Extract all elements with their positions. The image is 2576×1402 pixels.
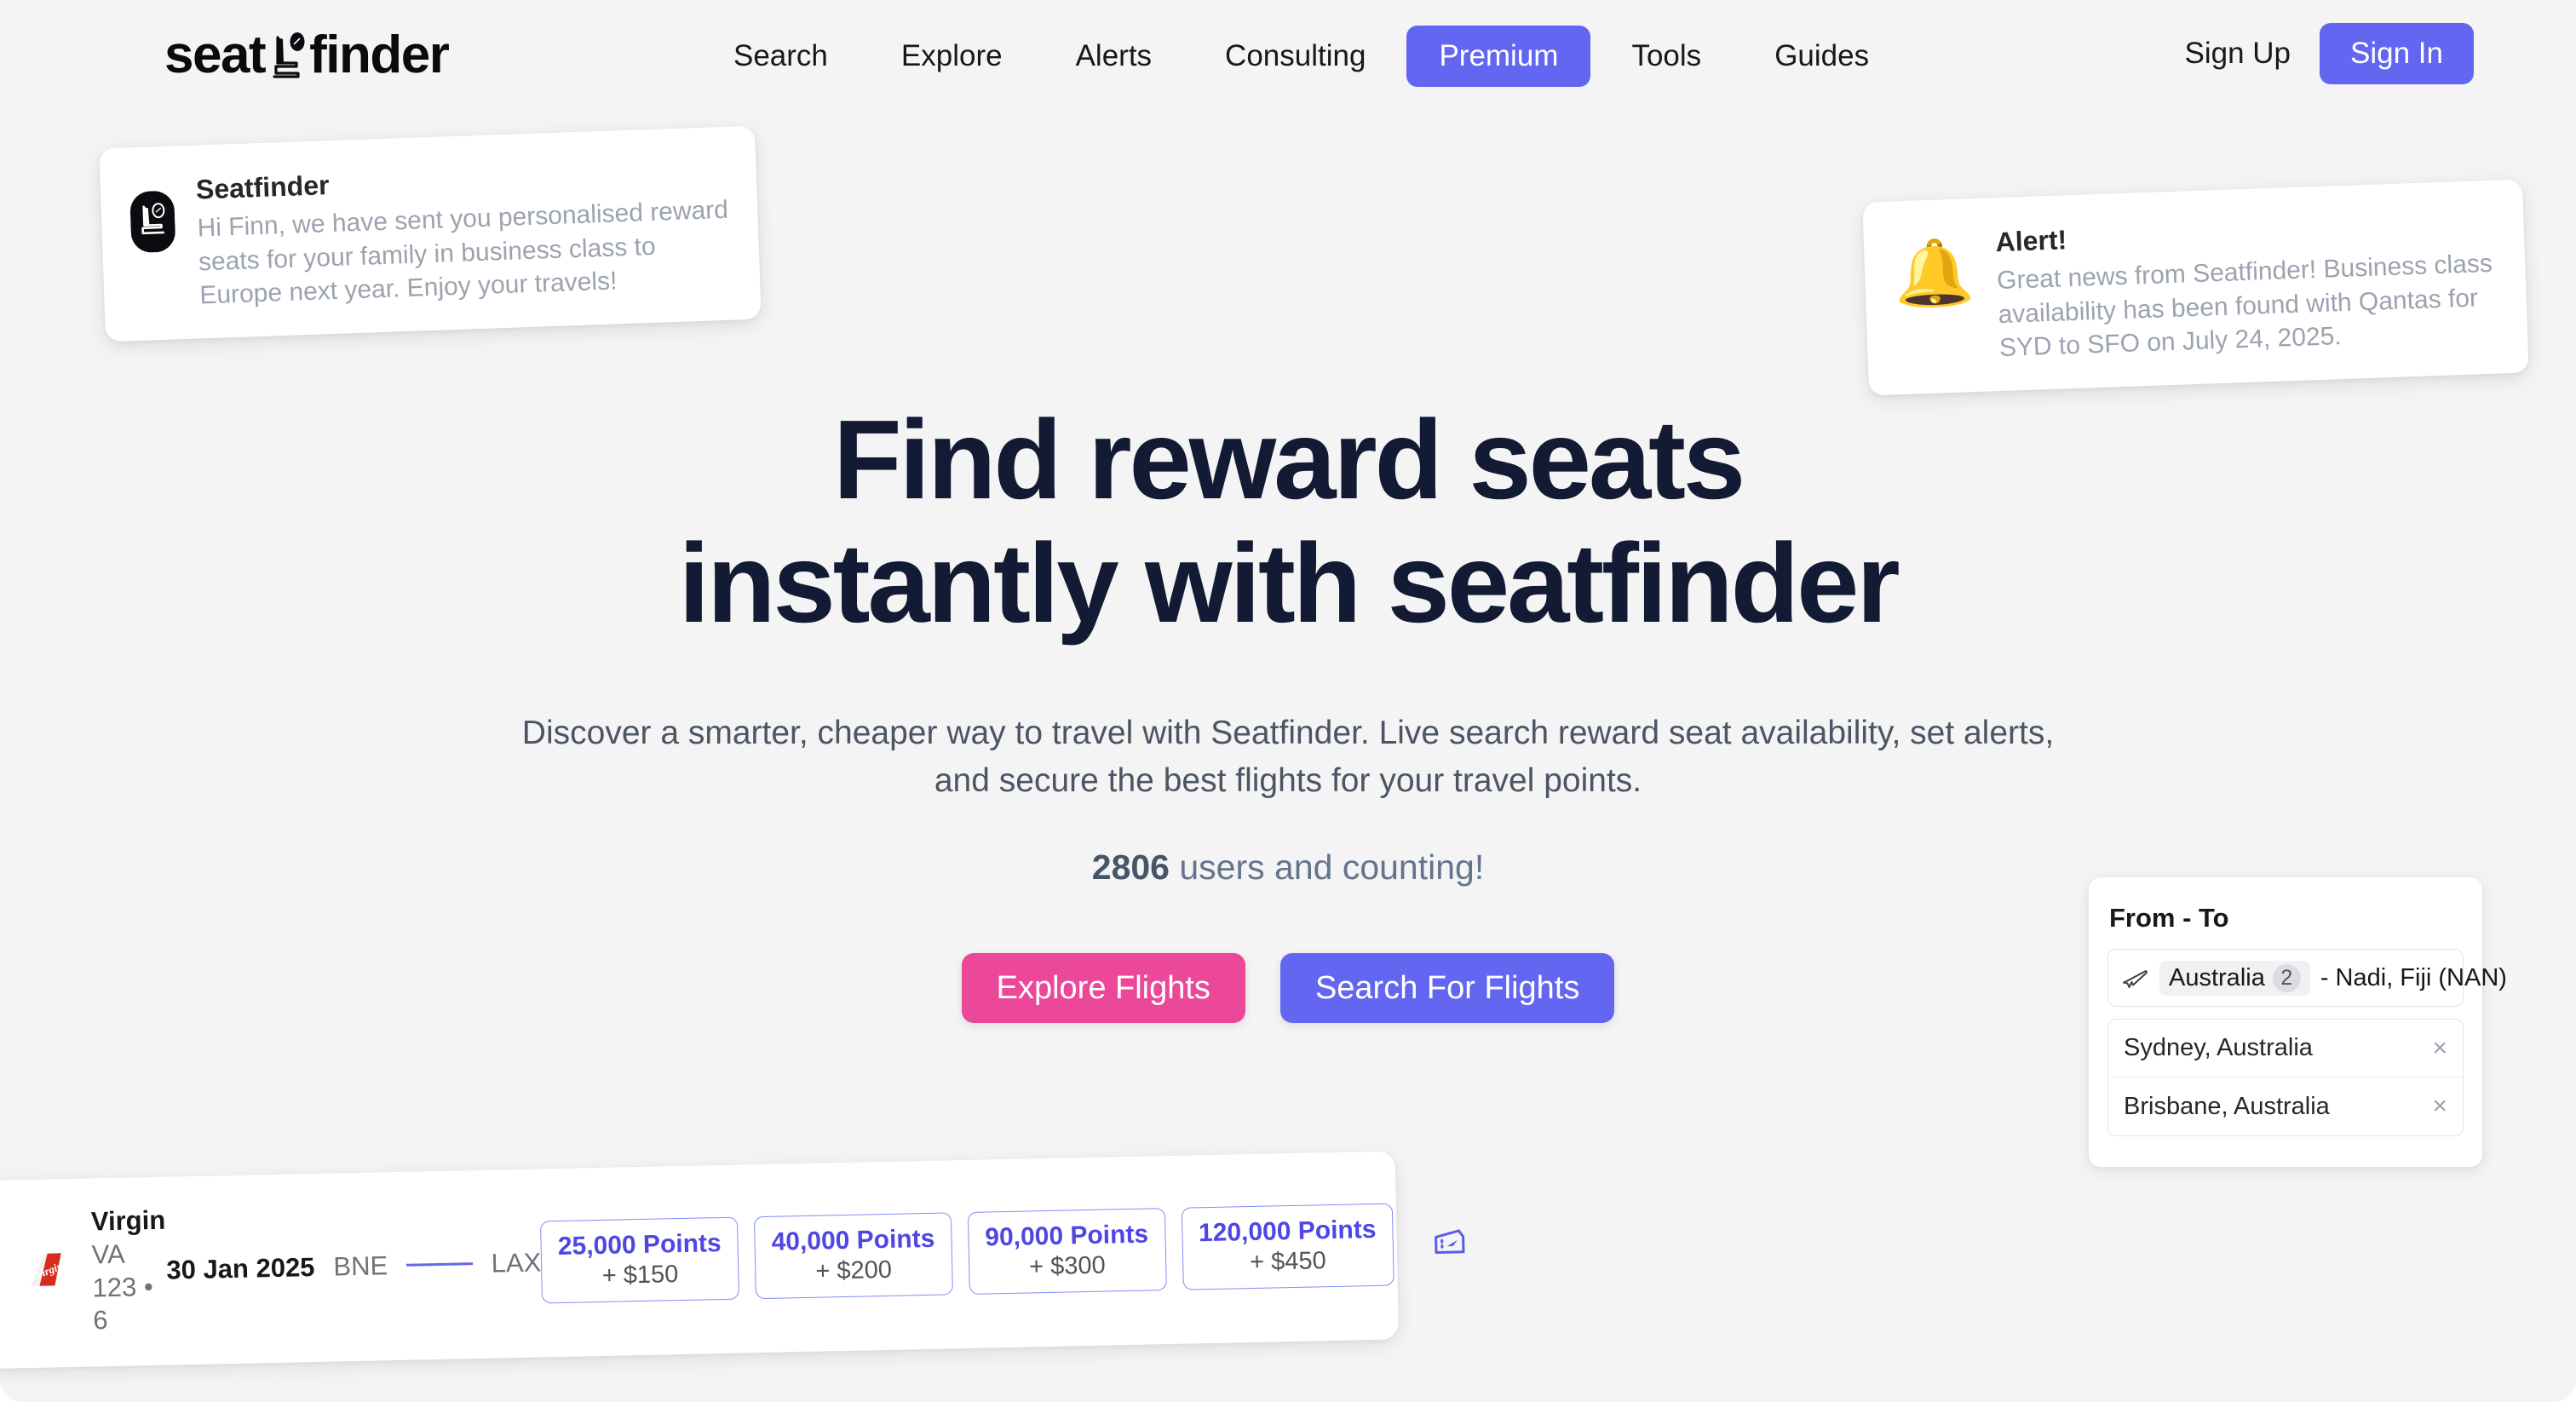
- destination-text: Nadi, Fiji (NAN): [2335, 963, 2507, 991]
- list-item-label: Brisbane, Australia: [2124, 1092, 2330, 1120]
- selected-origins-list: Sydney, Australia × Brisbane, Australia …: [2107, 1019, 2464, 1136]
- fare-option[interactable]: 120,000 Points + $450: [1181, 1203, 1394, 1290]
- fare-points: 90,000 Points: [984, 1220, 1149, 1252]
- logo-text-finder: finder: [309, 26, 450, 84]
- close-icon[interactable]: ×: [2432, 1035, 2447, 1061]
- airplane-seat-icon: [267, 29, 307, 82]
- from-to-card: From - To Australia 2 - Nadi, Fiji (NAN)…: [2089, 877, 2507, 1167]
- flight-number: VA 123 • 6: [91, 1238, 154, 1336]
- route-separator: -: [2320, 963, 2336, 991]
- logo[interactable]: seat finder: [164, 26, 450, 85]
- alert-notification-card[interactable]: 🔔 Alert! Great news from Seatfinder! Bus…: [1862, 179, 2529, 396]
- seatfinder-notification-card[interactable]: Seatfinder Hi Finn, we have sent you per…: [99, 125, 762, 342]
- sign-in-button[interactable]: Sign In: [2320, 23, 2474, 84]
- seatfinder-avatar-icon: [129, 190, 175, 253]
- nav-item-guides[interactable]: Guides: [1738, 23, 1906, 89]
- fare-option[interactable]: 90,000 Points + $300: [967, 1208, 1167, 1295]
- airline-name: Virgin: [90, 1204, 166, 1237]
- fare-option[interactable]: 25,000 Points + $150: [540, 1216, 740, 1304]
- boarding-pass-icon[interactable]: [1429, 1223, 1469, 1263]
- close-icon[interactable]: ×: [2432, 1094, 2447, 1119]
- origin-airport: BNE: [333, 1250, 388, 1282]
- nav-item-premium[interactable]: Premium: [1406, 25, 1591, 87]
- from-to-title: From - To: [2109, 903, 2229, 933]
- site-header: seat finder Search Explore Alerts Consul…: [0, 0, 2576, 112]
- main-nav: Search Explore Alerts Consulting Premium…: [697, 23, 1906, 89]
- search-flights-button[interactable]: Search For Flights: [1279, 953, 1615, 1023]
- nav-item-tools[interactable]: Tools: [1595, 23, 1738, 89]
- bell-icon: 🔔: [1892, 233, 1976, 313]
- fare-cash: + $150: [601, 1260, 679, 1290]
- logo-text-seat: seat: [164, 26, 267, 84]
- nav-item-consulting[interactable]: Consulting: [1188, 23, 1402, 89]
- route-input[interactable]: Australia 2 - Nadi, Fiji (NAN): [2107, 949, 2507, 1007]
- explore-flights-button[interactable]: Explore Flights: [961, 953, 1245, 1023]
- fare-options: 25,000 Points + $150 40,000 Points + $20…: [540, 1202, 1470, 1304]
- flight-result-card[interactable]: Virgin Virgin VA 123 • 6 30 Jan 2025 BNE…: [0, 1151, 1465, 1370]
- list-item-label: Sydney, Australia: [2124, 1034, 2313, 1061]
- hero-title-line-1: Find reward seats: [833, 397, 1745, 522]
- virgin-tailfin-icon: Virgin: [26, 1247, 76, 1297]
- flight-route: 30 Jan 2025 BNE LAX: [166, 1247, 542, 1285]
- fare-points: 120,000 Points: [1198, 1215, 1377, 1248]
- destination-label: - Nadi, Fiji (NAN): [2320, 964, 2507, 992]
- page-root: seat finder Search Explore Alerts Consul…: [0, 0, 2576, 1402]
- hero-subtitle: Discover a smarter, cheaper way to trave…: [0, 710, 2576, 805]
- origin-chip-label: Australia: [2169, 963, 2265, 991]
- airline-info: Virgin Virgin VA 123 • 6: [25, 1204, 168, 1339]
- fare-points: 25,000 Points: [557, 1229, 722, 1261]
- airline-text-block: Virgin VA 123 • 6: [91, 1204, 169, 1338]
- alert-message: Great news from Seatfinder! Business cla…: [1996, 249, 2493, 363]
- nav-item-explore[interactable]: Explore: [865, 23, 1039, 89]
- fare-cash: + $300: [1028, 1251, 1107, 1280]
- route-line-divider: [406, 1262, 473, 1267]
- fare-points: 40,000 Points: [771, 1224, 935, 1256]
- list-item[interactable]: Sydney, Australia ×: [2108, 1020, 2463, 1077]
- page-title: Find reward seats instantly with seatfin…: [0, 398, 2576, 645]
- auth-actions: Sign Up Sign In: [2156, 23, 2474, 84]
- origin-chip-count: 2: [2272, 963, 2301, 992]
- sign-up-link[interactable]: Sign Up: [2156, 23, 2320, 84]
- airplane-icon: [2122, 964, 2149, 991]
- hero-title-line-2: instantly with seatfinder: [678, 520, 1900, 646]
- nav-item-search[interactable]: Search: [697, 23, 865, 89]
- user-count-number: 2806: [1091, 848, 1170, 887]
- fare-cash: + $200: [815, 1255, 893, 1285]
- origin-chip[interactable]: Australia 2: [2159, 960, 2310, 996]
- destination-airport: LAX: [491, 1246, 542, 1278]
- nav-item-alerts[interactable]: Alerts: [1039, 23, 1188, 89]
- flight-date: 30 Jan 2025: [166, 1251, 315, 1285]
- hero-subtitle-text: Discover a smarter, cheaper way to trave…: [521, 715, 2055, 800]
- list-item[interactable]: Brisbane, Australia ×: [2108, 1077, 2463, 1135]
- user-count-suffix: users and counting!: [1169, 848, 1485, 887]
- fare-option[interactable]: 40,000 Points + $200: [753, 1212, 953, 1300]
- notification-message: Hi Finn, we have sent you personalised r…: [197, 195, 729, 310]
- alert-body: Alert! Great news from Seatfinder! Busin…: [1995, 206, 2499, 365]
- notification-body: Seatfinder Hi Finn, we have sent you per…: [195, 152, 731, 313]
- fare-cash: + $450: [1249, 1246, 1327, 1276]
